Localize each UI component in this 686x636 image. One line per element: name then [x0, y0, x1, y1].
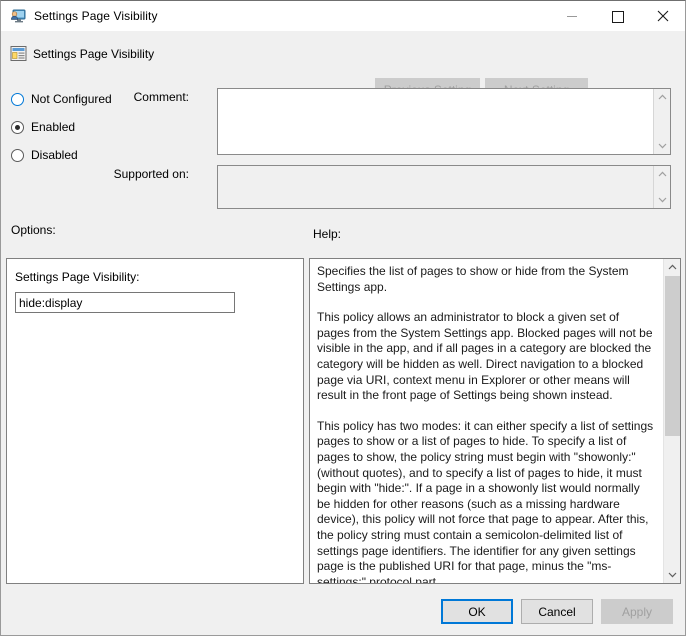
chevron-down-icon[interactable] — [654, 192, 671, 208]
comment-scrollbar[interactable] — [653, 89, 670, 154]
help-paragraph: This policy allows an administrator to b… — [317, 310, 655, 404]
comment-label: Comment: — [89, 90, 189, 104]
close-icon[interactable] — [640, 1, 685, 31]
help-paragraph: Specifies the list of pages to show or h… — [317, 264, 655, 295]
help-paragraph: This policy has two modes: it can either… — [317, 419, 655, 583]
minimize-icon[interactable] — [550, 1, 595, 31]
setting-title: Settings Page Visibility — [33, 47, 154, 61]
chevron-up-icon[interactable] — [654, 166, 671, 182]
supported-on-value — [218, 166, 653, 208]
chevron-down-icon[interactable] — [664, 567, 681, 583]
radio-enabled[interactable]: Enabled — [11, 120, 75, 134]
options-panel: Settings Page Visibility: — [6, 258, 304, 584]
chevron-up-icon[interactable] — [654, 89, 671, 105]
radio-enabled-label: Enabled — [31, 120, 75, 134]
radio-disabled-indicator[interactable] — [11, 149, 24, 162]
title-bar[interactable]: Settings Page Visibility — [1, 1, 685, 31]
cancel-button[interactable]: Cancel — [521, 599, 593, 624]
radio-disabled-label: Disabled — [31, 148, 78, 162]
radio-not-configured-indicator[interactable] — [11, 93, 24, 106]
help-section-label: Help: — [313, 227, 341, 241]
window-title: Settings Page Visibility — [34, 9, 158, 23]
maximize-icon[interactable] — [595, 1, 640, 31]
help-text: Specifies the list of pages to show or h… — [310, 259, 663, 583]
comment-textarea[interactable] — [217, 88, 671, 155]
supported-on-scrollbar[interactable] — [653, 166, 670, 208]
state-and-comment-zone: Not Configured Enabled Disabled Comment:… — [1, 79, 685, 214]
ok-button[interactable]: OK — [441, 599, 513, 624]
comment-value[interactable] — [218, 89, 653, 154]
options-section-label: Options: — [11, 223, 56, 237]
settings-page-visibility-input[interactable] — [15, 292, 235, 313]
radio-enabled-indicator[interactable] — [11, 121, 24, 134]
chevron-down-icon[interactable] — [654, 138, 671, 154]
monitor-user-icon — [10, 8, 26, 24]
chevron-up-icon[interactable] — [664, 259, 681, 275]
settings-page-visibility-label: Settings Page Visibility: — [15, 270, 140, 284]
setting-header: Settings Page Visibility Previous Settin… — [1, 31, 685, 79]
supported-on-label: Supported on: — [71, 167, 189, 181]
help-scrollbar-thumb[interactable] — [665, 276, 680, 436]
caption-buttons — [550, 1, 685, 31]
help-panel: Specifies the list of pages to show or h… — [309, 258, 681, 584]
group-policy-setting-dialog: Settings Page Visibility Settings Pa — [0, 0, 686, 636]
help-scrollbar[interactable] — [663, 259, 680, 583]
policy-setting-icon — [10, 45, 27, 62]
supported-on-textarea — [217, 165, 671, 209]
apply-button[interactable]: Apply — [601, 599, 673, 624]
radio-disabled[interactable]: Disabled — [11, 148, 78, 162]
